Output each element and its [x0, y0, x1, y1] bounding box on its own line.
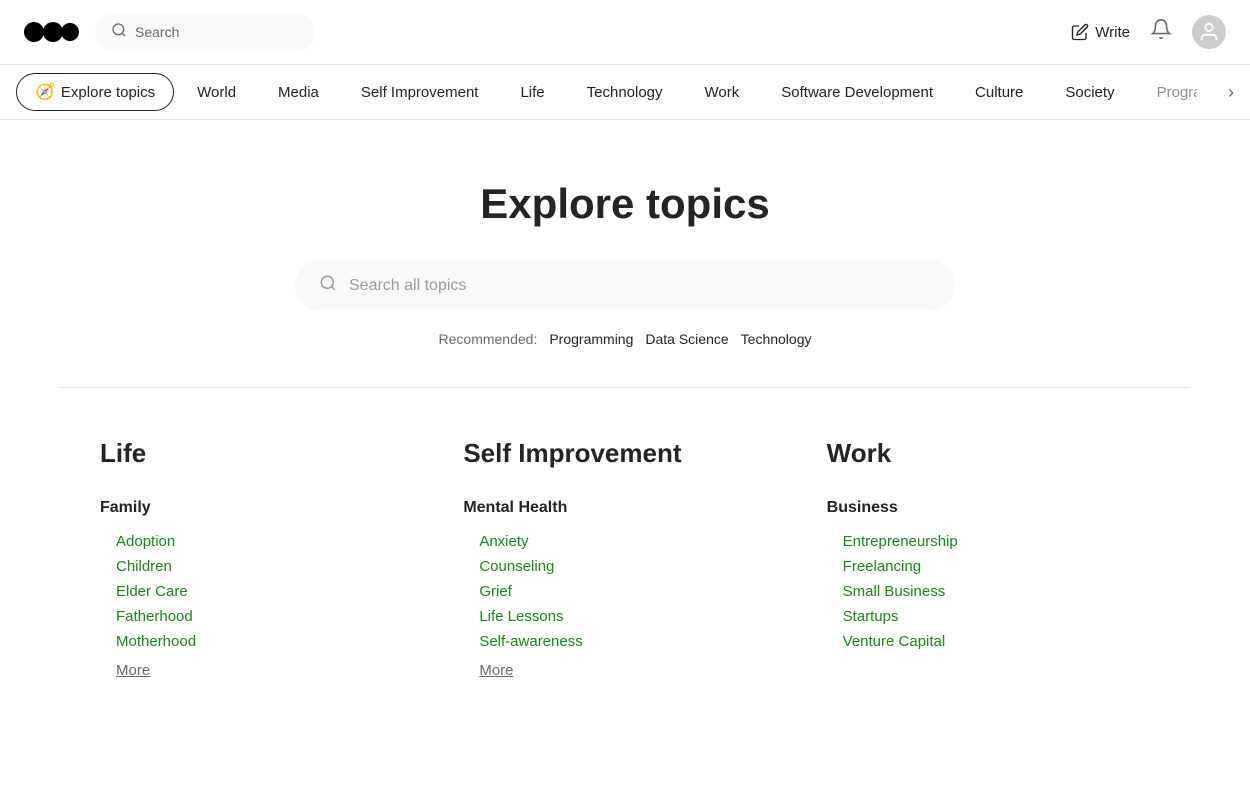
topic-entrepreneurship[interactable]: Entrepreneurship	[827, 529, 1150, 554]
business-heading: Business	[827, 499, 1150, 517]
topic-search-box[interactable]	[295, 260, 955, 311]
recommended-section: Recommended: Programming Data Science Te…	[439, 331, 812, 347]
nav-explore-topics[interactable]: 🧭 Explore topics	[16, 73, 174, 111]
topic-motherhood[interactable]: Motherhood	[100, 629, 423, 654]
recommended-programming[interactable]: Programming	[549, 331, 633, 347]
hero-section: Explore topics Recommended: Programming …	[0, 120, 1250, 387]
page-title: Explore topics	[480, 180, 769, 228]
nav-culture[interactable]: Culture	[956, 75, 1042, 110]
header-search-input[interactable]	[135, 24, 299, 40]
nav-life[interactable]: Life	[501, 75, 563, 110]
nav-technology[interactable]: Technology	[568, 75, 682, 110]
life-more-link[interactable]: More	[100, 654, 150, 683]
nav-programming[interactable]: Programming	[1138, 75, 1198, 110]
topic-elder-care[interactable]: Elder Care	[100, 579, 423, 604]
topic-anxiety[interactable]: Anxiety	[463, 529, 786, 554]
search-icon	[111, 22, 127, 43]
mental-health-subcategory: Mental Health Anxiety Counseling Grief L…	[463, 499, 786, 683]
topic-startups[interactable]: Startups	[827, 604, 1150, 629]
mental-health-heading: Mental Health	[463, 499, 786, 517]
topic-small-business[interactable]: Small Business	[827, 579, 1150, 604]
work-column: Work Business Entrepreneurship Freelanci…	[807, 438, 1170, 703]
topic-fatherhood[interactable]: Fatherhood	[100, 604, 423, 629]
compass-icon: 🧭	[35, 82, 55, 102]
logo[interactable]	[24, 18, 79, 46]
work-heading: Work	[827, 438, 1150, 469]
life-heading: Life	[100, 438, 423, 469]
header: Write	[0, 0, 1250, 65]
topic-counseling[interactable]: Counseling	[463, 554, 786, 579]
nav-scroll-right-icon[interactable]: ›	[1228, 82, 1234, 103]
recommended-data-science[interactable]: Data Science	[645, 331, 728, 347]
nav-work[interactable]: Work	[686, 75, 759, 110]
self-improvement-more-link[interactable]: More	[463, 654, 513, 683]
header-search-box[interactable]	[95, 14, 315, 51]
self-improvement-heading: Self Improvement	[463, 438, 786, 469]
write-button[interactable]: Write	[1071, 23, 1130, 41]
notifications-icon[interactable]	[1150, 18, 1172, 46]
header-right: Write	[1071, 15, 1226, 49]
topic-self-awareness[interactable]: Self-awareness	[463, 629, 786, 654]
edit-icon	[1071, 23, 1089, 41]
family-subcategory: Family Adoption Children Elder Care Fath…	[100, 499, 423, 683]
avatar[interactable]	[1192, 15, 1226, 49]
write-label: Write	[1095, 24, 1130, 41]
recommended-label: Recommended:	[439, 331, 538, 347]
recommended-technology[interactable]: Technology	[741, 331, 812, 347]
topic-adoption[interactable]: Adoption	[100, 529, 423, 554]
life-column: Life Family Adoption Children Elder Care…	[80, 438, 443, 703]
nav-society[interactable]: Society	[1046, 75, 1133, 110]
topic-search-input[interactable]	[349, 277, 931, 295]
topics-grid: Life Family Adoption Children Elder Care…	[0, 388, 1250, 753]
nav-world[interactable]: World	[178, 75, 255, 110]
nav-self-improvement[interactable]: Self Improvement	[342, 75, 498, 110]
topic-children[interactable]: Children	[100, 554, 423, 579]
topic-grief[interactable]: Grief	[463, 579, 786, 604]
nav-media[interactable]: Media	[259, 75, 338, 110]
topic-search-icon	[319, 274, 337, 297]
family-heading: Family	[100, 499, 423, 517]
topic-venture-capital[interactable]: Venture Capital	[827, 629, 1150, 654]
business-subcategory: Business Entrepreneurship Freelancing Sm…	[827, 499, 1150, 654]
nav-explore-topics-label: Explore topics	[61, 84, 155, 101]
topics-nav: 🧭 Explore topics World Media Self Improv…	[0, 65, 1250, 120]
topic-freelancing[interactable]: Freelancing	[827, 554, 1150, 579]
self-improvement-column: Self Improvement Mental Health Anxiety C…	[443, 438, 806, 703]
topic-life-lessons[interactable]: Life Lessons	[463, 604, 786, 629]
nav-software-development[interactable]: Software Development	[762, 75, 952, 110]
